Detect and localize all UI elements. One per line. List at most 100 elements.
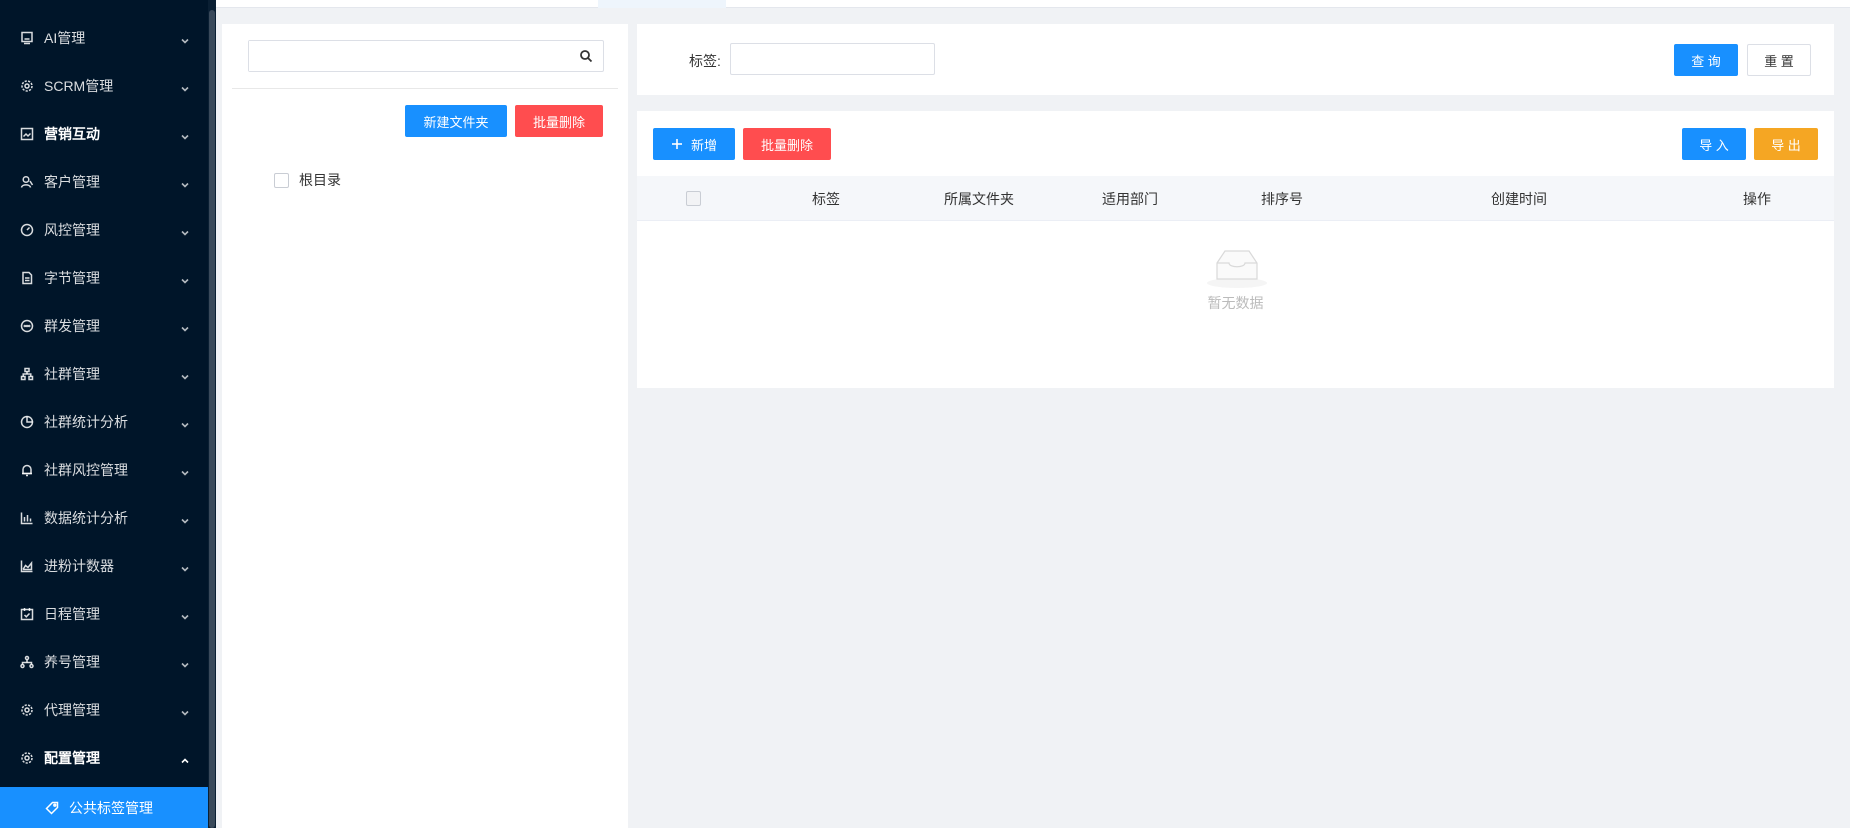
sidebar-item-label: 进粉计数器 bbox=[44, 558, 114, 574]
sidebar: AI管理 SCRM管理 营销互动 客户管理 风控管理 字节管理 群发管理 社群管… bbox=[0, 0, 216, 828]
pie-chart-icon bbox=[20, 415, 34, 429]
sidebar-item-label: AI管理 bbox=[44, 30, 86, 46]
chevron-down-icon bbox=[180, 561, 190, 572]
column-header-created: 创建时间 bbox=[1491, 190, 1547, 207]
sidebar-item-label: SCRM管理 bbox=[44, 78, 114, 94]
sidebar-item-bytes[interactable]: 字节管理 bbox=[0, 254, 210, 302]
tree-node-label: 根目录 bbox=[299, 172, 341, 188]
monitor-icon bbox=[20, 31, 34, 45]
org-chart-icon bbox=[20, 367, 34, 381]
search-icon[interactable] bbox=[579, 49, 593, 63]
sidebar-item-account-nurture[interactable]: 养号管理 bbox=[0, 638, 210, 686]
tag-table-card: 新增 批量删除 导 入 导 出 标签 所属文件夹 适用部门 排序号 创建时间 操… bbox=[637, 111, 1834, 388]
chevron-down-icon bbox=[180, 129, 190, 140]
empty-inbox-icon bbox=[1205, 245, 1269, 289]
network-icon bbox=[20, 655, 34, 669]
gear-icon bbox=[20, 703, 34, 717]
tab-active[interactable] bbox=[598, 0, 726, 8]
tree-node-checkbox[interactable] bbox=[274, 172, 289, 188]
tab-strip bbox=[216, 0, 1850, 8]
sidebar-item-community-stats[interactable]: 社群统计分析 bbox=[0, 398, 210, 446]
sidebar-item-mass-send[interactable]: 群发管理 bbox=[0, 302, 210, 350]
folder-panel: 新建文件夹 批量删除 根目录 bbox=[222, 24, 628, 828]
sidebar-item-community[interactable]: 社群管理 bbox=[0, 350, 210, 398]
sidebar-item-label: 数据统计分析 bbox=[44, 510, 128, 526]
batch-delete-button[interactable]: 批量删除 bbox=[743, 128, 831, 160]
sidebar-item-label: 养号管理 bbox=[44, 654, 100, 670]
sidebar-scrollbar[interactable] bbox=[208, 0, 216, 828]
sidebar-item-risk[interactable]: 风控管理 bbox=[0, 206, 210, 254]
chevron-down-icon bbox=[180, 465, 190, 476]
gauge-icon bbox=[20, 223, 34, 237]
gear-icon bbox=[20, 79, 34, 93]
bar-chart-icon bbox=[20, 511, 34, 525]
sidebar-item-label: 风控管理 bbox=[44, 222, 100, 238]
image-frame-icon bbox=[20, 127, 34, 141]
sidebar-item-schedule[interactable]: 日程管理 bbox=[0, 590, 210, 638]
select-all-checkbox[interactable] bbox=[686, 191, 701, 206]
reset-button[interactable]: 重 置 bbox=[1747, 44, 1811, 76]
column-header-tag: 标签 bbox=[812, 190, 840, 207]
chevron-down-icon bbox=[180, 321, 190, 332]
chevron-down-icon bbox=[180, 177, 190, 188]
chevron-down-icon bbox=[180, 657, 190, 668]
sidebar-item-label: 配置管理 bbox=[44, 750, 100, 766]
sidebar-item-label: 营销互动 bbox=[44, 126, 100, 142]
sidebar-item-label: 字节管理 bbox=[44, 270, 100, 286]
sidebar-item-label: 客户管理 bbox=[44, 174, 100, 190]
column-header-sort: 排序号 bbox=[1261, 190, 1303, 207]
new-folder-button[interactable]: 新建文件夹 bbox=[405, 105, 507, 137]
sidebar-item-config[interactable]: 配置管理 bbox=[0, 734, 210, 782]
import-button[interactable]: 导 入 bbox=[1682, 128, 1746, 160]
chevron-down-icon bbox=[180, 705, 190, 716]
sidebar-item-marketing[interactable]: 营销互动 bbox=[0, 110, 210, 158]
sidebar-item-ai[interactable]: AI管理 bbox=[0, 14, 210, 62]
tree-node-root[interactable]: 根目录 bbox=[274, 170, 341, 190]
chevron-down-icon bbox=[180, 369, 190, 380]
query-form: 标签: 查 询 重 置 bbox=[637, 24, 1834, 95]
calendar-check-icon bbox=[20, 607, 34, 621]
gear-icon bbox=[20, 751, 34, 765]
chevron-up-icon bbox=[180, 753, 190, 764]
chat-bubble-icon bbox=[20, 319, 34, 333]
tag-icon bbox=[45, 801, 59, 815]
tag-filter-input[interactable] bbox=[730, 43, 935, 75]
sidebar-item-customers[interactable]: 客户管理 bbox=[0, 158, 210, 206]
empty-text: 暂无数据 bbox=[1207, 295, 1264, 311]
sidebar-item-label: 群发管理 bbox=[44, 318, 100, 334]
bell-icon bbox=[20, 463, 34, 477]
add-button-label: 新增 bbox=[690, 137, 717, 153]
user-icon bbox=[20, 175, 34, 189]
export-button[interactable]: 导 出 bbox=[1754, 128, 1818, 160]
sidebar-item-label: 日程管理 bbox=[44, 606, 100, 622]
table-empty-state: 暂无数据 bbox=[637, 221, 1834, 388]
plus-icon bbox=[671, 138, 683, 150]
sidebar-menu: AI管理 SCRM管理 营销互动 客户管理 风控管理 字节管理 群发管理 社群管… bbox=[0, 14, 210, 782]
tag-filter-label: 标签: bbox=[689, 53, 721, 69]
sidebar-item-fans-counter[interactable]: 进粉计数器 bbox=[0, 542, 210, 590]
document-icon bbox=[20, 271, 34, 285]
column-header-folder: 所属文件夹 bbox=[944, 190, 1014, 207]
chevron-down-icon bbox=[180, 33, 190, 44]
sidebar-item-scrm[interactable]: SCRM管理 bbox=[0, 62, 210, 110]
sidebar-item-label: 代理管理 bbox=[44, 702, 100, 718]
column-header-department: 适用部门 bbox=[1102, 190, 1158, 207]
scrollbar-thumb[interactable] bbox=[209, 10, 215, 828]
folder-batch-delete-button[interactable]: 批量删除 bbox=[515, 105, 603, 137]
sidebar-item-label: 社群统计分析 bbox=[44, 414, 128, 430]
sidebar-item-data-stats[interactable]: 数据统计分析 bbox=[0, 494, 210, 542]
divider bbox=[232, 88, 618, 89]
sidebar-subitem-public-tags[interactable]: 公共标签管理 bbox=[0, 787, 210, 828]
sidebar-item-label: 社群风控管理 bbox=[44, 462, 128, 478]
sidebar-item-agent[interactable]: 代理管理 bbox=[0, 686, 210, 734]
area-chart-icon bbox=[20, 559, 34, 573]
search-button[interactable]: 查 询 bbox=[1674, 44, 1738, 76]
folder-search-input[interactable] bbox=[249, 41, 569, 71]
chevron-down-icon bbox=[180, 81, 190, 92]
sidebar-item-label: 社群管理 bbox=[44, 366, 100, 382]
chevron-down-icon bbox=[180, 513, 190, 524]
chevron-down-icon bbox=[180, 273, 190, 284]
sidebar-item-community-risk[interactable]: 社群风控管理 bbox=[0, 446, 210, 494]
table-header: 标签 所属文件夹 适用部门 排序号 创建时间 操作 bbox=[637, 176, 1834, 221]
add-button[interactable]: 新增 bbox=[653, 128, 735, 160]
